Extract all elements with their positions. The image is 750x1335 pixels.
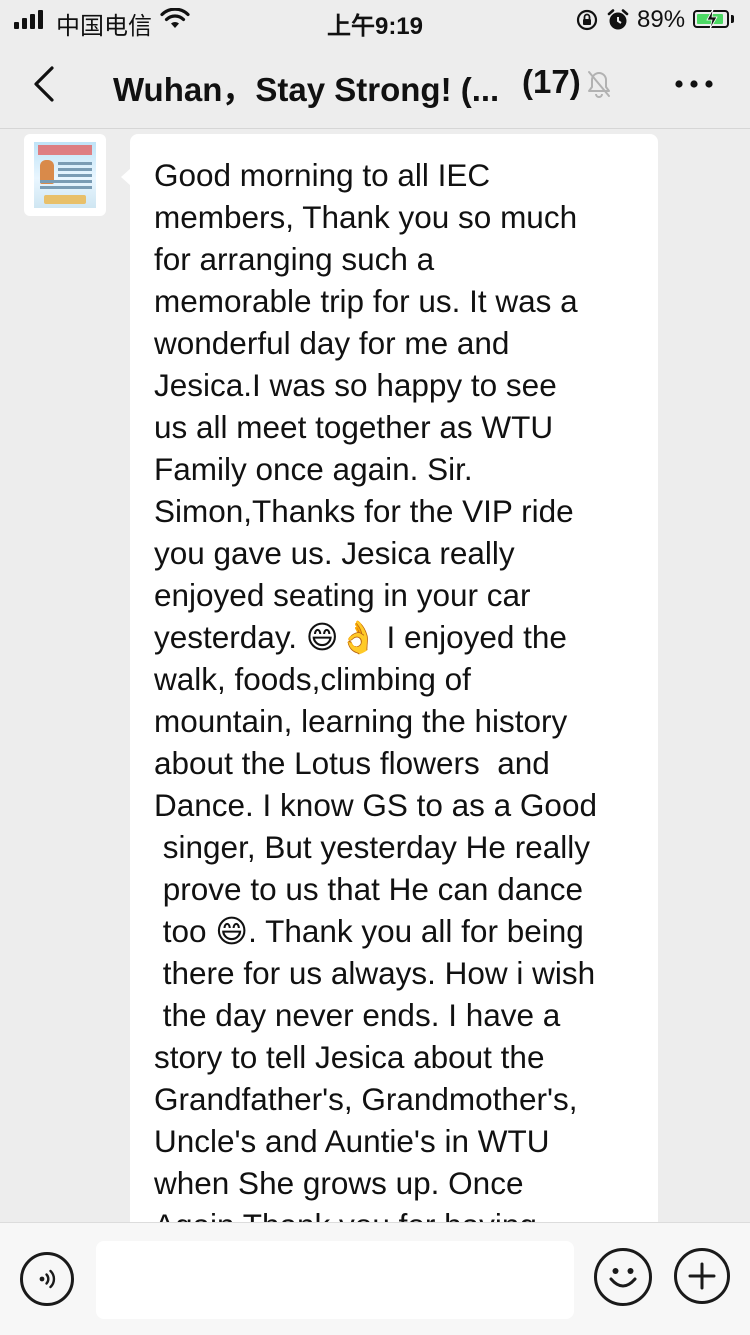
voice-icon xyxy=(39,1269,56,1289)
emoji-button[interactable] xyxy=(594,1248,652,1306)
more-icon xyxy=(675,80,713,88)
rotation-lock-icon xyxy=(576,9,598,31)
message-input[interactable] xyxy=(96,1241,574,1319)
message-text: Good morning to all IEC members, Thank y… xyxy=(154,157,597,1222)
avatar-image xyxy=(34,142,96,208)
plus-button[interactable] xyxy=(674,1248,730,1304)
more-button[interactable] xyxy=(668,62,720,106)
chat-area[interactable]: Good morning to all IEC members, Thank y… xyxy=(0,129,750,1222)
message-bubble[interactable]: Good morning to all IEC members, Thank y… xyxy=(121,134,658,1222)
input-bar xyxy=(0,1222,750,1335)
plus-icon xyxy=(688,1262,716,1290)
chat-title[interactable]: Wuhan，Stay Strong! (... xyxy=(113,63,499,111)
charging-bolt-icon xyxy=(706,8,718,30)
battery-tip xyxy=(731,15,734,23)
status-bar: 中国电信 上午9:19 89% xyxy=(0,0,750,40)
battery-percentage: 89% xyxy=(637,6,686,33)
emoji-icon xyxy=(609,1268,637,1288)
chat-header: Wuhan，Stay Strong! (... (17) xyxy=(0,40,750,129)
avatar[interactable] xyxy=(24,134,106,216)
alarm-icon xyxy=(607,9,629,30)
mute-bell-icon xyxy=(588,71,610,98)
bubble-tail xyxy=(121,168,131,186)
voice-button[interactable] xyxy=(20,1252,74,1306)
member-count: (17) xyxy=(522,63,581,100)
chevron-left-icon xyxy=(34,66,54,102)
back-button[interactable] xyxy=(22,62,66,106)
